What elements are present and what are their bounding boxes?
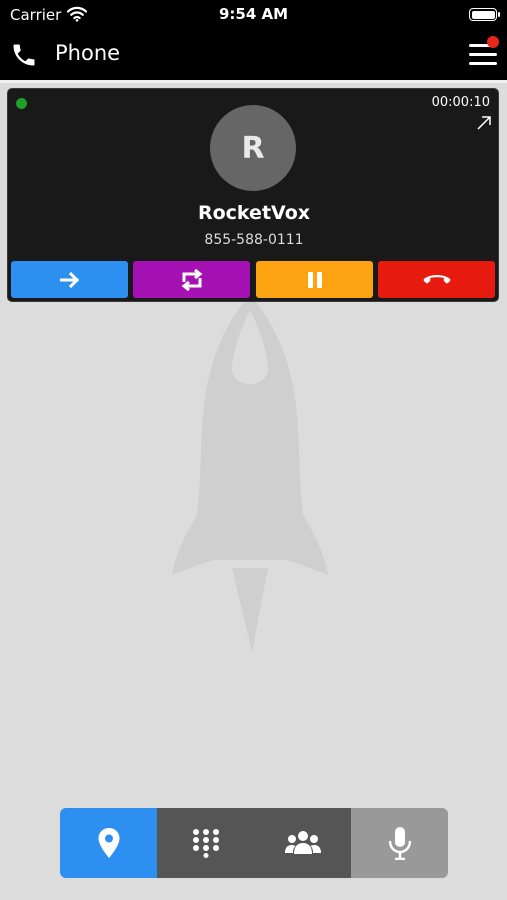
contacts-icon <box>284 831 321 854</box>
page-title: Phone <box>55 41 121 65</box>
nav-location-button[interactable] <box>60 808 157 878</box>
hangup-icon <box>423 274 450 283</box>
rocket-logo-watermark <box>172 295 328 652</box>
status-time: 9:54 AM <box>218 5 289 23</box>
active-call-card: 00:00:10 R RocketVox 855-588-0111 <box>7 88 499 302</box>
header-divider <box>0 80 507 83</box>
swap-icon <box>181 268 202 291</box>
status-bar: Carrier 9:54 AM <box>0 0 507 30</box>
location-pin-icon <box>98 828 119 858</box>
menu-icon[interactable] <box>469 36 499 68</box>
keypad-icon <box>192 829 219 858</box>
swap-button[interactable] <box>133 261 250 298</box>
call-duration: 00:00:10 <box>431 95 490 110</box>
caller-avatar: R <box>210 105 296 191</box>
notification-badge <box>487 36 499 48</box>
caller-name: RocketVox <box>197 202 310 224</box>
microphone-icon <box>388 827 411 860</box>
hold-button[interactable] <box>256 261 373 298</box>
hangup-button[interactable] <box>378 261 495 298</box>
nav-contacts-button[interactable] <box>254 808 351 878</box>
app-header: Phone <box>0 30 507 80</box>
transfer-button[interactable] <box>11 261 128 298</box>
nav-microphone-button[interactable] <box>351 808 448 878</box>
arrow-right-icon <box>59 271 79 288</box>
nav-keypad-button[interactable] <box>157 808 254 878</box>
caller-number: 855-588-0111 <box>204 232 304 248</box>
battery-icon <box>469 8 500 21</box>
call-status-indicator <box>16 98 27 109</box>
pause-icon <box>307 271 322 288</box>
bottom-nav <box>60 808 448 878</box>
phone-icon <box>10 41 38 73</box>
expand-icon[interactable] <box>476 115 492 135</box>
